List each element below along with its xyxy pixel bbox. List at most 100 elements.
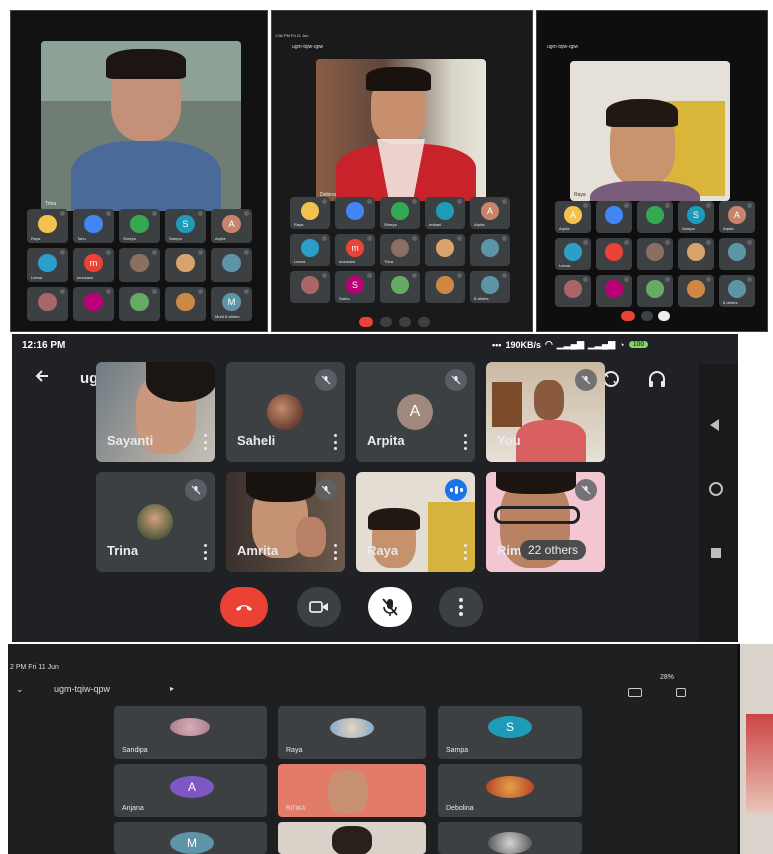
participant-tile[interactable]: m mousumi [73, 248, 114, 282]
more-options-button[interactable] [439, 587, 483, 627]
participant-tile[interactable] [637, 201, 673, 233]
more-options-icon[interactable] [463, 434, 467, 450]
avatar [481, 276, 499, 294]
participant-tile[interactable]: 8 others [470, 271, 510, 303]
participant-tile[interactable] [73, 287, 114, 321]
participant-tile[interactable]: Leena [27, 248, 68, 282]
participant-tile[interactable] [119, 248, 160, 282]
back-arrow-icon[interactable] [32, 366, 52, 386]
others-count-badge[interactable]: 22 others [520, 540, 587, 560]
more-button[interactable] [418, 317, 430, 327]
participant-tile-amrita[interactable]: Amrita [226, 472, 345, 572]
audio-output-icon[interactable] [646, 368, 668, 390]
participant-tile-sampa[interactable]: S Sampa [438, 706, 582, 759]
participant-tile[interactable] [596, 275, 632, 307]
more-options-icon[interactable] [203, 434, 207, 450]
participant-tile-you[interactable]: You [486, 362, 605, 462]
participant-tile[interactable] [470, 234, 510, 266]
mic-button[interactable] [399, 317, 411, 327]
participant-tile[interactable] [211, 248, 252, 282]
participant-tile[interactable] [335, 197, 375, 229]
camera-button[interactable] [380, 317, 392, 327]
participant-tile[interactable] [119, 287, 160, 321]
participant-tile[interactable]: A Arpita [470, 197, 510, 229]
more-options-icon[interactable] [203, 544, 207, 560]
participant-tile-arpita[interactable]: A Arpita [356, 362, 475, 462]
camera-toggle-button[interactable] [297, 587, 341, 627]
participant-tile[interactable] [165, 287, 206, 321]
participant-tile[interactable] [678, 238, 714, 270]
participant-tile-sandipa[interactable]: Sandipa [114, 706, 267, 759]
participant-tile[interactable]: m mousumi [335, 234, 375, 266]
participant-tile[interactable]: S Sampa [678, 201, 714, 233]
participant-tile[interactable]: S Sarbo [335, 271, 375, 303]
participant-tile[interactable] [278, 822, 426, 854]
participant-tile[interactable]: Leena [555, 238, 591, 270]
participant-tile[interactable]: Raya [27, 209, 68, 243]
participant-tile[interactable] [555, 275, 591, 307]
participant-tile[interactable]: Shreya [119, 209, 160, 243]
participant-tile[interactable] [678, 275, 714, 307]
end-call-button[interactable] [621, 311, 635, 321]
participant-tile-debolina[interactable]: Debolina [438, 764, 582, 817]
more-options-icon[interactable] [333, 544, 337, 560]
participant-tile-anjana[interactable]: A Anjana [114, 764, 267, 817]
participant-tile[interactable]: A Arpita [719, 201, 755, 233]
participant-tile-rim[interactable]: Rim 22 others [486, 472, 605, 572]
mic-button[interactable] [658, 311, 670, 321]
meeting-chevron-icon[interactable]: ▸ [170, 684, 174, 693]
participant-tile[interactable]: Trina [380, 234, 420, 266]
avatar [687, 280, 705, 298]
participant-tile[interactable]: Indrani [425, 197, 465, 229]
participant-tile-raya[interactable]: Raya [278, 706, 426, 759]
participant-tile[interactable] [637, 275, 673, 307]
participant-tile[interactable]: Shreya [380, 197, 420, 229]
participant-tile[interactable]: S Sampa [165, 209, 206, 243]
camera-button[interactable] [641, 311, 653, 321]
end-call-button[interactable] [359, 317, 373, 327]
mic-off-icon [457, 236, 462, 241]
mic-off-icon [60, 289, 65, 294]
participant-tile[interactable] [27, 287, 68, 321]
participant-tile[interactable]: Leena [290, 234, 330, 266]
speaker-icon[interactable] [676, 688, 686, 697]
participant-name: Rim [497, 543, 522, 558]
more-options-icon[interactable] [463, 544, 467, 560]
participant-tile[interactable]: Tanu [73, 209, 114, 243]
meeting-code[interactable]: ugm-tqiw-qpw [292, 44, 323, 50]
meeting-code[interactable]: ugm-tqiw-qpw [547, 44, 578, 50]
participant-tile[interactable] [596, 238, 632, 270]
chevron-down-icon[interactable]: ⌄ [16, 684, 24, 695]
nav-back-icon[interactable] [710, 419, 719, 431]
meeting-code[interactable]: ugm-tqiw-qpw [54, 684, 110, 694]
participant-tile[interactable] [719, 238, 755, 270]
participant-tile[interactable] [438, 822, 582, 854]
participant-tile-ritika[interactable]: RITIKA [278, 764, 426, 817]
participant-tile-saheli[interactable]: Saheli [226, 362, 345, 462]
participant-tile[interactable] [380, 271, 420, 303]
switch-camera-icon[interactable] [628, 688, 642, 697]
participant-tile[interactable]: A Arpita [555, 201, 591, 233]
more-options-icon[interactable] [333, 434, 337, 450]
nav-home-icon[interactable] [709, 482, 723, 496]
end-call-button[interactable] [220, 587, 268, 627]
participant-tile-raya[interactable]: Raya [356, 472, 475, 572]
participant-tile[interactable]: A Arpita [211, 209, 252, 243]
avatar: S [346, 276, 364, 294]
participant-tile[interactable]: Raya [290, 197, 330, 229]
participant-tile[interactable] [165, 248, 206, 282]
participant-tile[interactable]: M Murti 8 others [211, 287, 252, 321]
participant-tile[interactable]: 8 others [719, 275, 755, 307]
participant-tile[interactable] [290, 271, 330, 303]
participant-tile-trina[interactable]: Trina [96, 472, 215, 572]
participant-tile[interactable] [637, 238, 673, 270]
participant-tile[interactable] [425, 271, 465, 303]
avatar [222, 253, 241, 273]
participant-tile-sayanti[interactable]: Sayanti [96, 362, 215, 462]
avatar [436, 239, 454, 257]
nav-recents-icon[interactable] [711, 548, 721, 558]
mic-toggle-button[interactable] [368, 587, 412, 627]
participant-tile[interactable]: M [114, 822, 267, 854]
participant-tile[interactable] [596, 201, 632, 233]
participant-tile[interactable] [425, 234, 465, 266]
